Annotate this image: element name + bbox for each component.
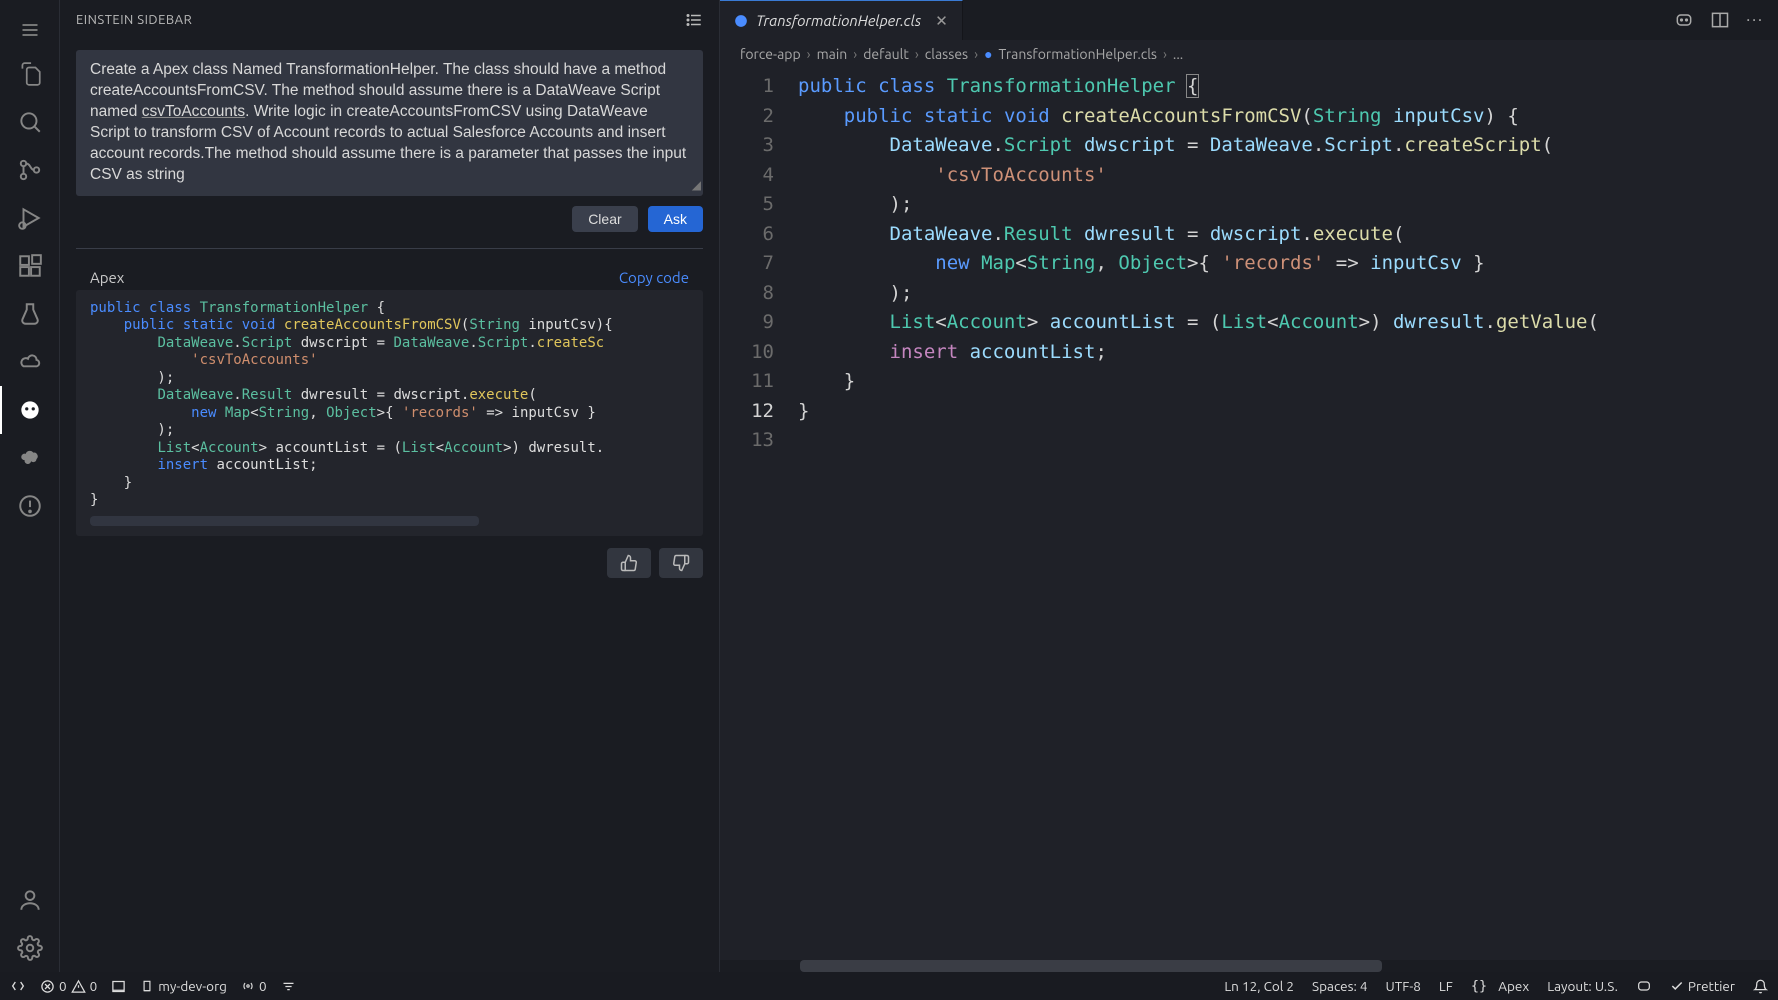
cloud-icon[interactable] <box>0 338 60 386</box>
tabs-row: TransformationHelper.cls ✕ ··· <box>720 0 1778 40</box>
breadcrumbs[interactable]: force-app › main › default › classes › ●… <box>720 40 1778 68</box>
cursor-position[interactable]: Ln 12, Col 2 <box>1224 978 1294 994</box>
menu-icon[interactable] <box>6 10 54 50</box>
editor-horizontal-scrollbar[interactable] <box>720 960 1778 972</box>
indentation[interactable]: Spaces: 4 <box>1312 978 1368 994</box>
eol[interactable]: LF <box>1439 978 1453 994</box>
line-gutter: 1234 5678 910111213 <box>720 72 798 960</box>
ask-button[interactable]: Ask <box>648 206 703 232</box>
close-icon[interactable]: ✕ <box>935 12 948 30</box>
code-language-label: Apex <box>90 269 124 286</box>
apex-file-icon <box>734 14 748 28</box>
layout-icon[interactable] <box>111 979 126 994</box>
tab-transformationhelper[interactable]: TransformationHelper.cls ✕ <box>720 0 963 40</box>
explorer-icon[interactable] <box>0 50 60 98</box>
copy-code-link[interactable]: Copy code <box>619 269 689 286</box>
testing-icon[interactable] <box>0 290 60 338</box>
breadcrumb-item[interactable]: force-app <box>740 46 801 62</box>
debug-icon[interactable] <box>0 194 60 242</box>
chevron-right-icon: › <box>1163 46 1167 62</box>
resize-handle-icon[interactable]: ◢ <box>692 177 701 193</box>
clear-button[interactable]: Clear <box>572 206 637 232</box>
generated-code-block: public class TransformationHelper { publ… <box>76 290 703 536</box>
more-icon[interactable]: ··· <box>1746 11 1764 29</box>
prompt-input[interactable]: Create a Apex class Named Transformation… <box>76 50 703 196</box>
activity-bar <box>0 0 60 972</box>
chevron-right-icon: › <box>807 46 811 62</box>
horizontal-scrollbar[interactable] <box>90 516 479 526</box>
code-content[interactable]: public class TransformationHelper { publ… <box>798 72 1778 960</box>
search-icon[interactable] <box>0 98 60 146</box>
chevron-right-icon: › <box>853 46 857 62</box>
sidebar-title: EINSTEIN SIDEBAR <box>76 13 192 27</box>
chevron-right-icon: › <box>915 46 919 62</box>
salesforce-icon[interactable] <box>0 434 60 482</box>
tab-label: TransformationHelper.cls <box>756 12 921 29</box>
language-mode[interactable]: {} Apex <box>1471 978 1529 994</box>
remote-icon[interactable] <box>10 978 26 994</box>
org-indicator[interactable]: my-dev-org <box>140 978 227 994</box>
keyboard-layout[interactable]: Layout: U.S. <box>1547 978 1618 994</box>
einstein-sidebar: EINSTEIN SIDEBAR Create a Apex class Nam… <box>60 0 720 972</box>
extensions-icon[interactable] <box>0 242 60 290</box>
breadcrumb-item[interactable]: default <box>863 46 909 62</box>
chevron-right-icon: › <box>974 46 978 62</box>
warning-icon[interactable] <box>0 482 60 530</box>
breadcrumb-item[interactable]: classes <box>925 46 968 62</box>
account-icon[interactable] <box>0 876 60 924</box>
prettier-status[interactable]: Prettier <box>1670 978 1735 994</box>
encoding[interactable]: UTF-8 <box>1386 978 1421 994</box>
ports-indicator[interactable]: 0 <box>241 978 267 994</box>
breadcrumb-item[interactable]: ... <box>1173 46 1183 62</box>
thumbs-up-button[interactable] <box>607 548 651 578</box>
source-control-icon[interactable] <box>0 146 60 194</box>
bell-icon[interactable] <box>1753 979 1768 994</box>
filter-icon[interactable] <box>281 979 296 994</box>
list-icon[interactable] <box>685 11 703 29</box>
status-bar: 0 0 my-dev-org 0 Ln 12, Col 2 Spaces: 4 … <box>0 972 1778 1000</box>
editor-area: TransformationHelper.cls ✕ ··· force-app… <box>720 0 1778 972</box>
thumbs-down-button[interactable] <box>659 548 703 578</box>
breadcrumb-item[interactable]: TransformationHelper.cls <box>999 46 1157 62</box>
code-editor[interactable]: 1234 5678 910111213 public class Transfo… <box>720 68 1778 960</box>
problems-indicator[interactable]: 0 0 <box>40 978 97 994</box>
copilot-status-icon[interactable] <box>1636 978 1652 994</box>
copilot-icon[interactable] <box>1674 10 1694 30</box>
apex-file-icon: ● <box>984 46 992 62</box>
einstein-icon[interactable] <box>0 386 60 434</box>
split-editor-icon[interactable] <box>1710 10 1730 30</box>
settings-icon[interactable] <box>0 924 60 972</box>
breadcrumb-item[interactable]: main <box>817 46 848 62</box>
